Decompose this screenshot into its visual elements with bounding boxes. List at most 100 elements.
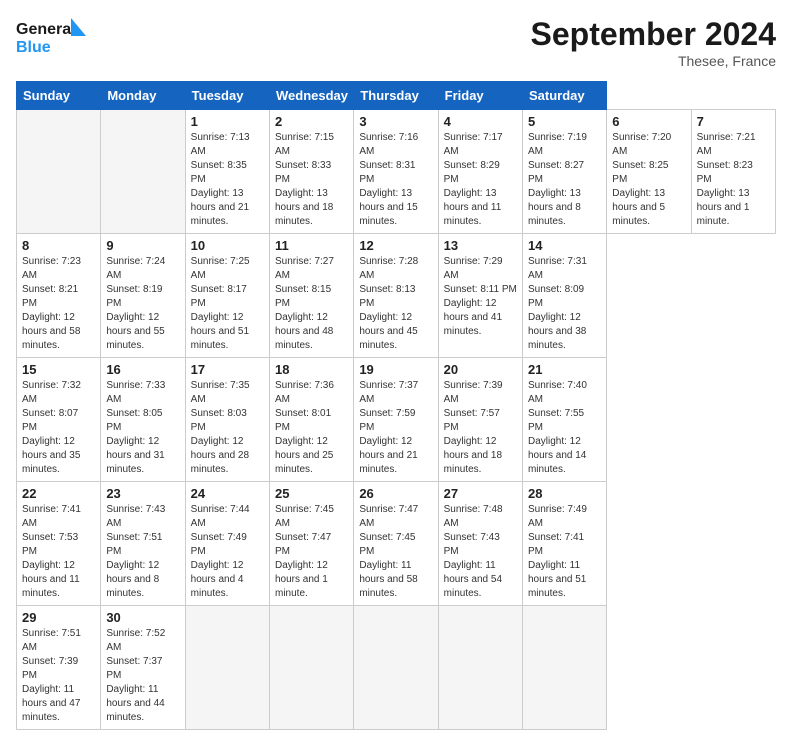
- page-header: General Blue September 2024 Thesee, Fran…: [16, 16, 776, 69]
- logo-svg: General Blue: [16, 16, 86, 60]
- calendar-cell: 4 Sunrise: 7:17 AMSunset: 8:29 PMDaylight…: [438, 110, 522, 234]
- calendar-cell: 19 Sunrise: 7:37 AMSunset: 7:59 PMDayligh…: [354, 358, 438, 482]
- day-number: 19: [359, 362, 432, 377]
- day-detail: Sunrise: 7:41 AMSunset: 7:53 PMDaylight:…: [22, 503, 95, 601]
- day-number: 25: [275, 486, 348, 501]
- day-detail: Sunrise: 7:43 AMSunset: 7:51 PMDaylight:…: [106, 503, 179, 601]
- day-number: 6: [612, 114, 685, 129]
- day-detail: Sunrise: 7:25 AMSunset: 8:17 PMDaylight:…: [191, 255, 264, 353]
- day-detail: Sunrise: 7:48 AMSunset: 7:43 PMDaylight:…: [444, 503, 517, 601]
- calendar-cell: 1 Sunrise: 7:13 AMSunset: 8:35 PMDaylight…: [185, 110, 269, 234]
- weekday-header: Tuesday: [185, 82, 269, 110]
- day-number: 27: [444, 486, 517, 501]
- day-number: 1: [191, 114, 264, 129]
- calendar-cell: 27 Sunrise: 7:48 AMSunset: 7:43 PMDayligh…: [438, 482, 522, 606]
- day-number: 26: [359, 486, 432, 501]
- day-detail: Sunrise: 7:15 AMSunset: 8:33 PMDaylight:…: [275, 131, 348, 229]
- day-detail: Sunrise: 7:39 AMSunset: 7:57 PMDaylight:…: [444, 379, 517, 477]
- day-number: 13: [444, 238, 517, 253]
- day-detail: Sunrise: 7:32 AMSunset: 8:07 PMDaylight:…: [22, 379, 95, 477]
- calendar-cell: 16 Sunrise: 7:33 AMSunset: 8:05 PMDayligh…: [101, 358, 185, 482]
- day-detail: Sunrise: 7:27 AMSunset: 8:15 PMDaylight:…: [275, 255, 348, 353]
- weekday-header: Saturday: [522, 82, 606, 110]
- day-detail: Sunrise: 7:45 AMSunset: 7:47 PMDaylight:…: [275, 503, 348, 601]
- day-number: 12: [359, 238, 432, 253]
- day-number: 16: [106, 362, 179, 377]
- day-detail: Sunrise: 7:16 AMSunset: 8:31 PMDaylight:…: [359, 131, 432, 229]
- weekday-header: Sunday: [17, 82, 101, 110]
- weekday-header: Thursday: [354, 82, 438, 110]
- calendar-cell: 29 Sunrise: 7:51 AMSunset: 7:39 PMDayligh…: [17, 606, 101, 730]
- day-number: 20: [444, 362, 517, 377]
- calendar-cell: 2 Sunrise: 7:15 AMSunset: 8:33 PMDaylight…: [269, 110, 353, 234]
- calendar-cell: 17Sunrise: 7:35 AMSunset: 8:03 PMDayligh…: [185, 358, 269, 482]
- day-detail: Sunrise: 7:33 AMSunset: 8:05 PMDaylight:…: [106, 379, 179, 477]
- calendar-cell: 21 Sunrise: 7:40 AMSunset: 7:55 PMDayligh…: [522, 358, 606, 482]
- calendar-cell: 6 Sunrise: 7:20 AMSunset: 8:25 PMDaylight…: [607, 110, 691, 234]
- day-number: 29: [22, 610, 95, 625]
- calendar-cell: [185, 606, 269, 730]
- calendar-cell: 26 Sunrise: 7:47 AMSunset: 7:45 PMDayligh…: [354, 482, 438, 606]
- calendar-row: 22 Sunrise: 7:41 AMSunset: 7:53 PMDayligh…: [17, 482, 776, 606]
- day-detail: Sunrise: 7:37 AMSunset: 7:59 PMDaylight:…: [359, 379, 432, 477]
- calendar-cell: 10 Sunrise: 7:25 AMSunset: 8:17 PMDayligh…: [185, 234, 269, 358]
- calendar-cell: 9 Sunrise: 7:24 AMSunset: 8:19 PMDaylight…: [101, 234, 185, 358]
- calendar-cell: 7Sunrise: 7:21 AMSunset: 8:23 PMDaylight…: [691, 110, 775, 234]
- calendar-cell: 30Sunrise: 7:52 AMSunset: 7:37 PMDayligh…: [101, 606, 185, 730]
- weekday-header: Wednesday: [269, 82, 353, 110]
- calendar-cell: 12 Sunrise: 7:28 AMSunset: 8:13 PMDayligh…: [354, 234, 438, 358]
- calendar-cell: 25 Sunrise: 7:45 AMSunset: 7:47 PMDayligh…: [269, 482, 353, 606]
- day-number: 21: [528, 362, 601, 377]
- day-number: 22: [22, 486, 95, 501]
- calendar-cell: 28 Sunrise: 7:49 AMSunset: 7:41 PMDayligh…: [522, 482, 606, 606]
- day-detail: Sunrise: 7:13 AMSunset: 8:35 PMDaylight:…: [191, 131, 264, 229]
- day-detail: Sunrise: 7:44 AMSunset: 7:49 PMDaylight:…: [191, 503, 264, 601]
- day-detail: Sunrise: 7:36 AMSunset: 8:01 PMDaylight:…: [275, 379, 348, 477]
- calendar-cell: [17, 110, 101, 234]
- day-number: 2: [275, 114, 348, 129]
- day-detail: Sunrise: 7:21 AMSunset: 8:23 PMDaylight:…: [697, 131, 770, 229]
- calendar-cell: 5 Sunrise: 7:19 AMSunset: 8:27 PMDaylight…: [522, 110, 606, 234]
- calendar-cell: 14Sunrise: 7:31 AMSunset: 8:09 PMDayligh…: [522, 234, 606, 358]
- day-detail: Sunrise: 7:17 AMSunset: 8:29 PMDaylight:…: [444, 131, 517, 229]
- calendar-cell: 20 Sunrise: 7:39 AMSunset: 7:57 PMDayligh…: [438, 358, 522, 482]
- day-number: 15: [22, 362, 95, 377]
- location: Thesee, France: [531, 53, 776, 69]
- calendar-cell: [354, 606, 438, 730]
- day-detail: Sunrise: 7:24 AMSunset: 8:19 PMDaylight:…: [106, 255, 179, 353]
- day-number: 3: [359, 114, 432, 129]
- calendar-cell: 8 Sunrise: 7:23 AMSunset: 8:21 PMDaylight…: [17, 234, 101, 358]
- day-number: 10: [191, 238, 264, 253]
- calendar-cell: 18Sunrise: 7:36 AMSunset: 8:01 PMDayligh…: [269, 358, 353, 482]
- day-detail: Sunrise: 7:47 AMSunset: 7:45 PMDaylight:…: [359, 503, 432, 601]
- calendar-cell: 23Sunrise: 7:43 AMSunset: 7:51 PMDayligh…: [101, 482, 185, 606]
- day-number: 11: [275, 238, 348, 253]
- day-detail: Sunrise: 7:52 AMSunset: 7:37 PMDaylight:…: [106, 627, 179, 725]
- day-detail: Sunrise: 7:20 AMSunset: 8:25 PMDaylight:…: [612, 131, 685, 229]
- day-number: 5: [528, 114, 601, 129]
- day-number: 28: [528, 486, 601, 501]
- calendar-cell: 15 Sunrise: 7:32 AMSunset: 8:07 PMDayligh…: [17, 358, 101, 482]
- calendar-cell: 22 Sunrise: 7:41 AMSunset: 7:53 PMDayligh…: [17, 482, 101, 606]
- calendar-row: 29 Sunrise: 7:51 AMSunset: 7:39 PMDayligh…: [17, 606, 776, 730]
- calendar-cell: 11 Sunrise: 7:27 AMSunset: 8:15 PMDayligh…: [269, 234, 353, 358]
- calendar-row: 15 Sunrise: 7:32 AMSunset: 8:07 PMDayligh…: [17, 358, 776, 482]
- day-detail: Sunrise: 7:29 AMSunset: 8:11 PMDaylight:…: [444, 255, 517, 339]
- calendar-cell: [101, 110, 185, 234]
- day-detail: Sunrise: 7:28 AMSunset: 8:13 PMDaylight:…: [359, 255, 432, 353]
- header-row: SundayMondayTuesdayWednesdayThursdayFrid…: [17, 82, 776, 110]
- calendar-cell: [269, 606, 353, 730]
- day-detail: Sunrise: 7:19 AMSunset: 8:27 PMDaylight:…: [528, 131, 601, 229]
- day-number: 4: [444, 114, 517, 129]
- day-detail: Sunrise: 7:35 AMSunset: 8:03 PMDaylight:…: [191, 379, 264, 477]
- day-number: 8: [22, 238, 95, 253]
- day-detail: Sunrise: 7:40 AMSunset: 7:55 PMDaylight:…: [528, 379, 601, 477]
- day-number: 9: [106, 238, 179, 253]
- day-detail: Sunrise: 7:49 AMSunset: 7:41 PMDaylight:…: [528, 503, 601, 601]
- svg-text:Blue: Blue: [16, 39, 51, 56]
- title-block: September 2024 Thesee, France: [531, 16, 776, 69]
- day-detail: Sunrise: 7:51 AMSunset: 7:39 PMDaylight:…: [22, 627, 95, 725]
- calendar-cell: 13 Sunrise: 7:29 AMSunset: 8:11 PMDayligh…: [438, 234, 522, 358]
- day-number: 24: [191, 486, 264, 501]
- day-detail: Sunrise: 7:23 AMSunset: 8:21 PMDaylight:…: [22, 255, 95, 353]
